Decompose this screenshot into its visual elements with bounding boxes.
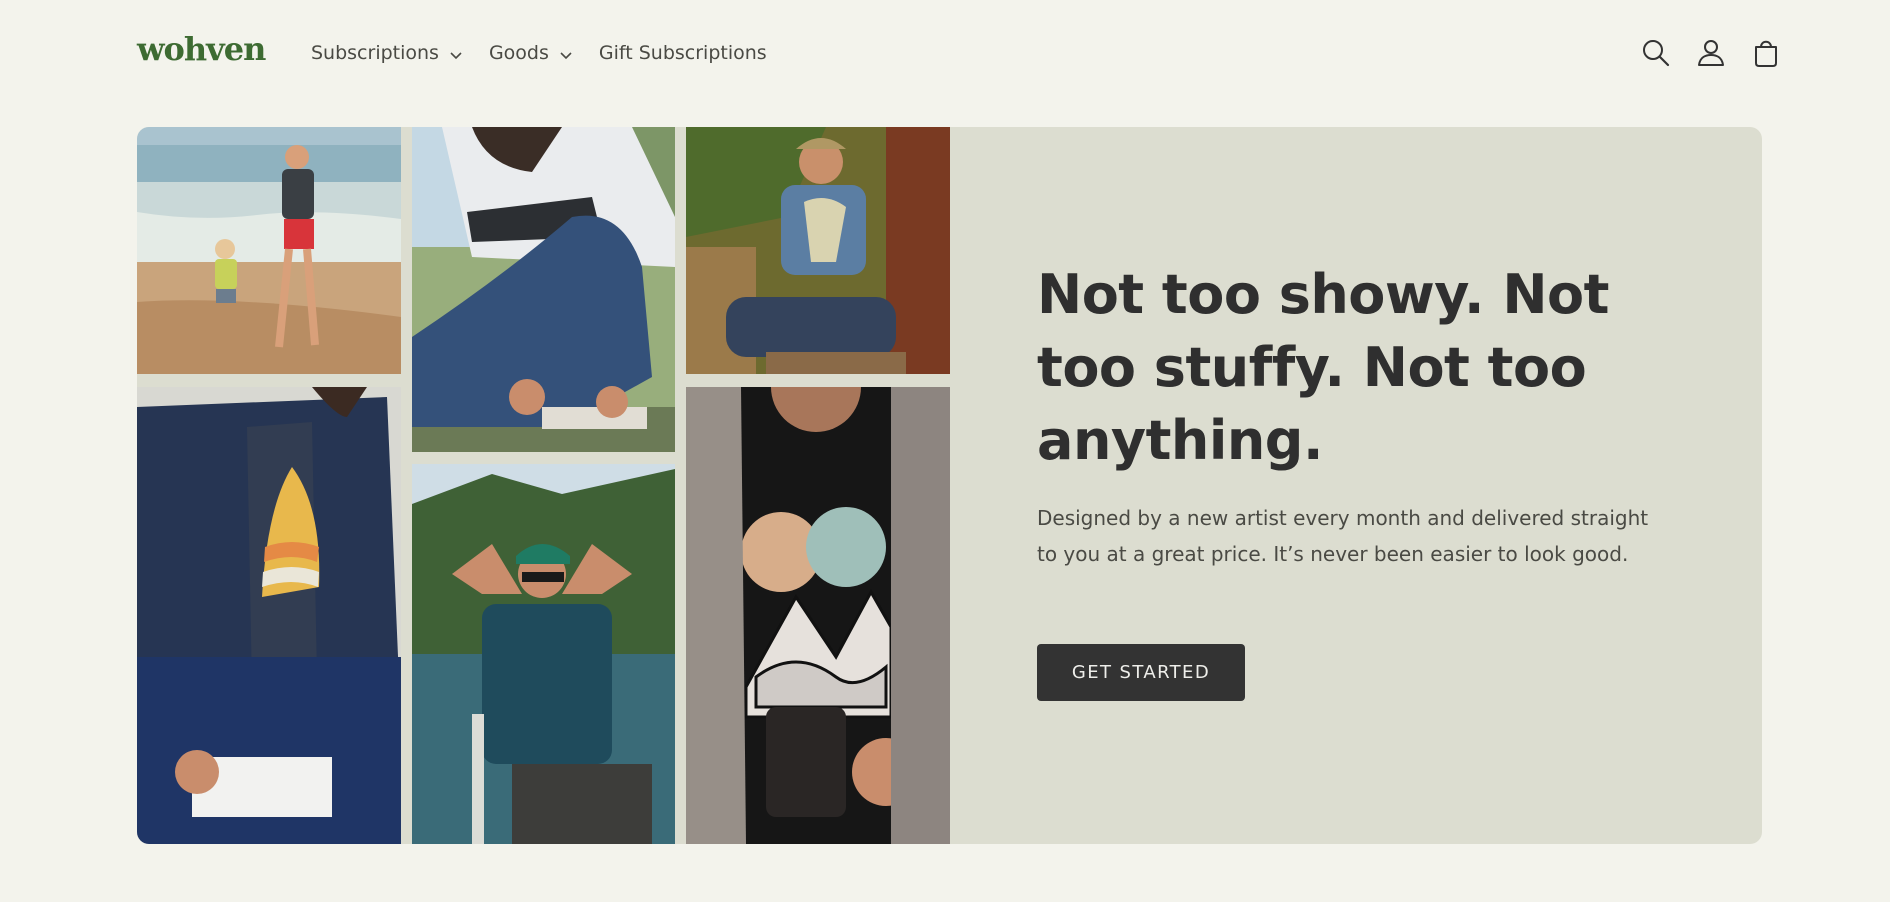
hero-subtext: Designed by a new artist every month and… [1037,506,1649,566]
nav-goods[interactable]: Goods [489,42,573,64]
get-started-button[interactable]: GET STARTED [1037,644,1245,701]
man-lake-chair-photo [412,464,675,844]
nav-subscriptions[interactable]: Subscriptions [311,42,463,64]
hero-headline: Not too showy. Not too stuffy. Not too a… [1037,263,1609,472]
nav-gift-subscriptions-label: Gift Subscriptions [598,42,767,64]
beach-father-son-photo [137,127,401,374]
site-header: wohven Subscriptions Goods Gift Subscrip… [0,0,1890,108]
man-rolling-jeans-photo [412,127,675,452]
man-holding-mug-photo [686,387,950,844]
nav-subscriptions-label: Subscriptions [311,42,439,64]
chevron-down-icon [450,52,462,60]
cart-icon[interactable] [1750,37,1782,69]
nav-goods-label: Goods [488,42,549,64]
nav-gift-subscriptions[interactable]: Gift Subscriptions [599,42,767,64]
account-icon[interactable] [1695,37,1727,69]
chevron-down-icon [560,52,572,60]
hero-banner: Not too showy. Not too stuffy. Not too a… [137,127,1762,844]
man-seated-log-photo [686,127,950,374]
man-denim-jacket-photo [137,387,401,844]
main-nav: Subscriptions Goods Gift Subscriptions [311,42,793,64]
brand-logo[interactable]: wohven [137,30,266,68]
search-icon[interactable] [1640,37,1672,69]
